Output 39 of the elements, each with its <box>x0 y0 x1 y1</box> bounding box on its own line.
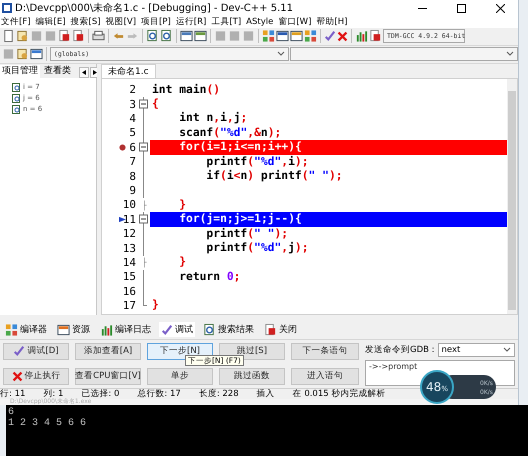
line-number: 6 <box>129 140 136 154</box>
line-number: 5 <box>129 126 136 140</box>
line-number: 4 <box>129 112 136 126</box>
code-line: printf(" "); <box>205 226 290 241</box>
status-text: 已选择: 0 <box>81 388 120 400</box>
code-line: } <box>178 255 188 270</box>
code-line: return 0; <box>178 270 242 284</box>
line-number: 16 <box>122 284 136 298</box>
line-number: 9 <box>129 184 136 198</box>
status-text: 插入 <box>256 388 275 400</box>
line-number: 17 <box>122 299 136 312</box>
code-line: printf("%d",i); <box>205 154 310 169</box>
status-text: 总行数: 17 <box>137 388 181 400</box>
line-number: 3 <box>129 98 136 111</box>
code-line: printf("%d",j); <box>205 240 310 256</box>
window-title: D:\Devcpp\000\未命名1.c - [Debugging] - Dev-C++ 5.11 <box>15 2 294 15</box>
line-number: 8 <box>129 170 136 183</box>
console-line: 6 <box>8 407 16 418</box>
code-line: int main() <box>151 82 222 98</box>
code-line: } <box>151 298 160 313</box>
line-number: 7 <box>129 155 136 168</box>
status-text: 列: 1 <box>43 388 64 400</box>
line-number: 13 <box>122 242 136 255</box>
code-line: scanf("%d",&n); <box>178 126 282 140</box>
line-number: 15 <box>122 270 136 284</box>
status-text: 行: 11 <box>0 388 26 400</box>
line-number: 2 <box>129 83 136 96</box>
code-line: } <box>178 198 188 212</box>
line-number: 12 <box>122 227 136 240</box>
code-line: { <box>151 97 160 112</box>
line-number: 11 <box>122 212 136 226</box>
gdb-label: 发送命令到GDB : <box>365 344 435 356</box>
line-number: 14 <box>122 256 136 269</box>
status-text: 长度: 228 <box>198 388 239 400</box>
code-line: int n,i,j; <box>178 111 248 126</box>
code-line: if(i<n) printf(" "); <box>205 168 344 184</box>
status-text: 在 0.015 秒内完成解析 <box>292 388 386 400</box>
console-line: 1 2 3 4 5 6 6 <box>8 418 88 429</box>
line-number: 10 <box>122 198 136 212</box>
